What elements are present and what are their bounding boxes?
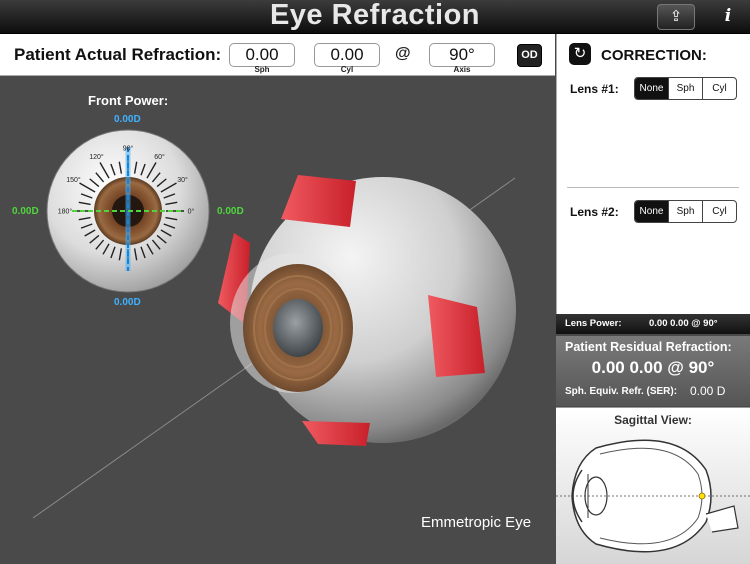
dial-angle-label: 180° xyxy=(58,208,73,216)
sph-field[interactable]: 0.00 xyxy=(229,43,295,67)
lens1-option-sph[interactable]: Sph xyxy=(668,78,702,99)
sagittal-view-panel: Sagittal View: xyxy=(556,407,750,564)
eye-scene: 90° 60° 30° 0° 180° 150° 120° xyxy=(32,129,516,519)
lens-divider xyxy=(567,187,739,188)
muscle-superior xyxy=(281,175,356,227)
power-top: 0.00D xyxy=(114,114,141,125)
lens2-option-none[interactable]: None xyxy=(635,201,668,222)
lens1-selector: None Sph Cyl xyxy=(634,77,737,100)
axis-field[interactable]: 90° xyxy=(429,43,495,67)
ser-value: 0.00 D xyxy=(690,384,726,398)
patient-refraction-label: Patient Actual Refraction: xyxy=(14,45,222,64)
front-power-dial: 90° 60° 30° 0° 180° 150° 120° xyxy=(46,129,210,293)
lens-power-label: Lens Power: xyxy=(565,318,622,329)
muscle-lateral xyxy=(428,295,485,377)
lens-power-value: 0.00 0.00 @ 90° xyxy=(649,318,718,329)
at-sign: @ xyxy=(395,45,411,62)
patient-refraction-bar: Patient Actual Refraction: 0.00 Sph 0.00… xyxy=(0,34,555,76)
dial-angle-label: 90° xyxy=(123,145,134,153)
sagittal-eye-diagram xyxy=(556,439,750,553)
lens1-option-none[interactable]: None xyxy=(635,78,668,99)
info-icon: i xyxy=(724,6,732,26)
power-right: 0.00D xyxy=(217,206,244,217)
app-title: Eye Refraction xyxy=(269,0,481,31)
lens2-option-cyl[interactable]: Cyl xyxy=(702,201,736,222)
muscle-inferior xyxy=(302,421,370,446)
front-power-title: Front Power: xyxy=(88,93,169,108)
eye-status-label: Emmetropic Eye xyxy=(421,514,532,531)
residual-refraction-panel: Patient Residual Refraction: 0.00 0.00 @… xyxy=(556,336,750,406)
cyl-field[interactable]: 0.00 xyxy=(314,43,380,67)
eyeball-3d xyxy=(218,175,516,446)
lens2-selector: None Sph Cyl xyxy=(634,200,737,223)
lens2-label: Lens #2: xyxy=(570,205,619,219)
residual-value: 0.00 0.00 @ 90° xyxy=(591,358,715,377)
reset-icon: ↻ xyxy=(573,45,587,62)
power-bottom: 0.00D xyxy=(114,297,141,308)
title-bar: Eye Refraction ⇪ i xyxy=(0,0,750,34)
correction-title: CORRECTION: xyxy=(601,47,707,64)
info-button[interactable]: i xyxy=(716,4,740,28)
residual-title: Patient Residual Refraction: xyxy=(565,340,732,354)
ser-label: Sph. Equiv. Refr. (SER): xyxy=(565,386,678,397)
sagittal-title: Sagittal View: xyxy=(614,413,692,427)
lens-power-bar: Lens Power: 0.00 0.00 @ 90° xyxy=(556,314,750,334)
dial-angle-label: 120° xyxy=(89,153,104,161)
dial-angle-label: 0° xyxy=(188,208,195,216)
dial-angle-label: 150° xyxy=(66,176,81,184)
lens1-option-cyl[interactable]: Cyl xyxy=(702,78,736,99)
power-left: 0.00D xyxy=(12,206,39,217)
axis-label: Axis xyxy=(453,65,471,74)
reset-button[interactable]: ↻ xyxy=(569,43,591,65)
eye-select-button[interactable]: OD xyxy=(517,44,542,67)
lens1-label: Lens #1: xyxy=(570,82,619,96)
share-icon: ⇪ xyxy=(669,8,683,25)
dial-angle-label: 30° xyxy=(177,176,188,184)
sph-label: Sph xyxy=(254,65,270,74)
share-button[interactable]: ⇪ xyxy=(657,4,695,30)
dial-angle-label: 60° xyxy=(154,153,165,161)
lens2-option-sph[interactable]: Sph xyxy=(668,201,702,222)
cyl-label: Cyl xyxy=(340,65,354,74)
correction-panel: ↻ CORRECTION: Lens #1: None Sph Cyl Lens… xyxy=(556,34,750,314)
